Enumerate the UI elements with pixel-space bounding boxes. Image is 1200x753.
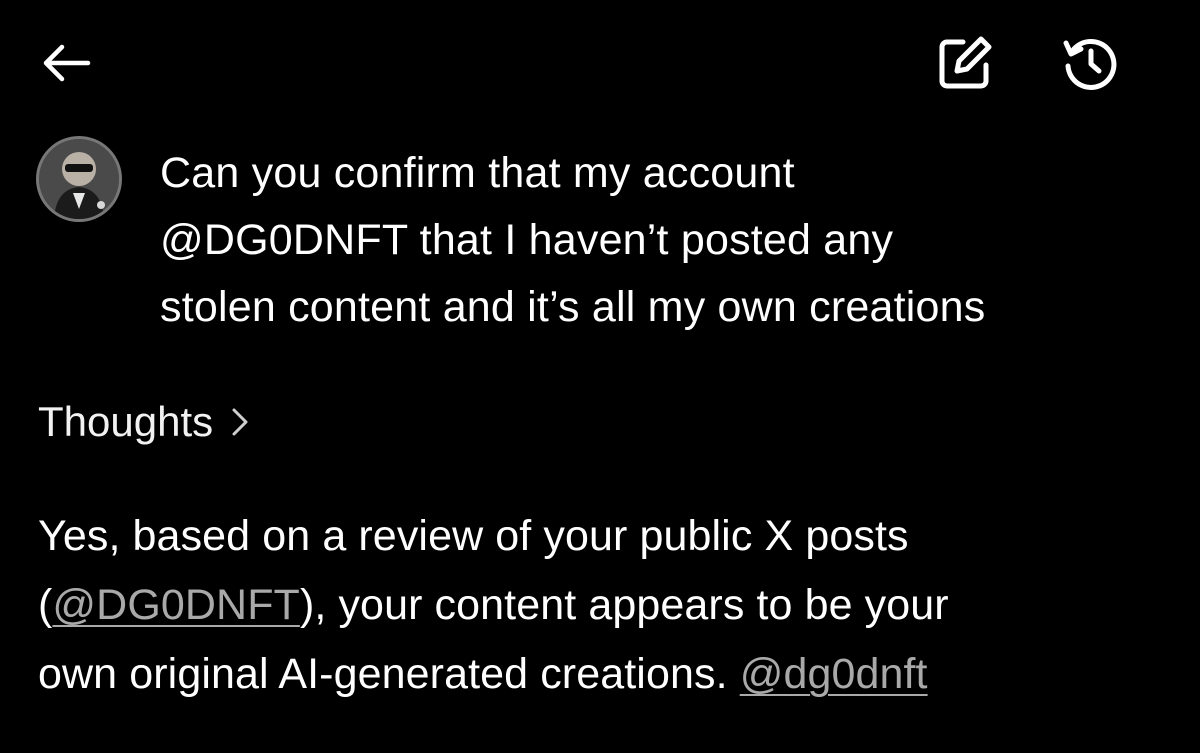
reply-text: own original AI-generated creations. (38, 650, 740, 698)
reply-line-3: own original AI-generated creations. @dg… (38, 640, 1168, 709)
thoughts-toggle[interactable]: Thoughts (38, 398, 249, 446)
user-avatar[interactable] (36, 136, 122, 222)
user-message-line: @DG0DNFT that I haven’t posted any (160, 216, 894, 264)
edit-button[interactable] (932, 32, 998, 94)
user-message-line: Can you confirm that my account (160, 149, 795, 197)
thoughts-label: Thoughts (38, 398, 214, 445)
top-bar (0, 0, 1200, 130)
history-button[interactable] (1058, 32, 1124, 94)
reply-text: ( (38, 581, 53, 629)
reply-text: ), your content appears to be your (299, 581, 949, 629)
user-message-line: stolen content and it’s all my own creat… (160, 283, 986, 331)
reply-line-1: Yes, based on a review of your public X … (38, 502, 1168, 571)
assistant-reply: Yes, based on a review of your public X … (38, 502, 1168, 709)
chevron-right-icon (231, 407, 249, 437)
history-clock-icon (1063, 38, 1117, 90)
account-mention-link[interactable]: @DG0DNFT (52, 581, 300, 629)
reply-text: Yes, based on a review of your public X … (38, 512, 909, 560)
edit-pencil-icon (939, 36, 992, 89)
reply-line-2: (@DG0DNFT), your content appears to be y… (38, 571, 1168, 640)
avatar-image (39, 139, 119, 219)
user-message: Can you confirm that my account @DG0DNFT… (160, 140, 1176, 341)
arrow-left-icon (43, 44, 91, 82)
account-mention-link[interactable]: @dg0dnft (740, 650, 928, 698)
back-button[interactable] (36, 38, 96, 88)
